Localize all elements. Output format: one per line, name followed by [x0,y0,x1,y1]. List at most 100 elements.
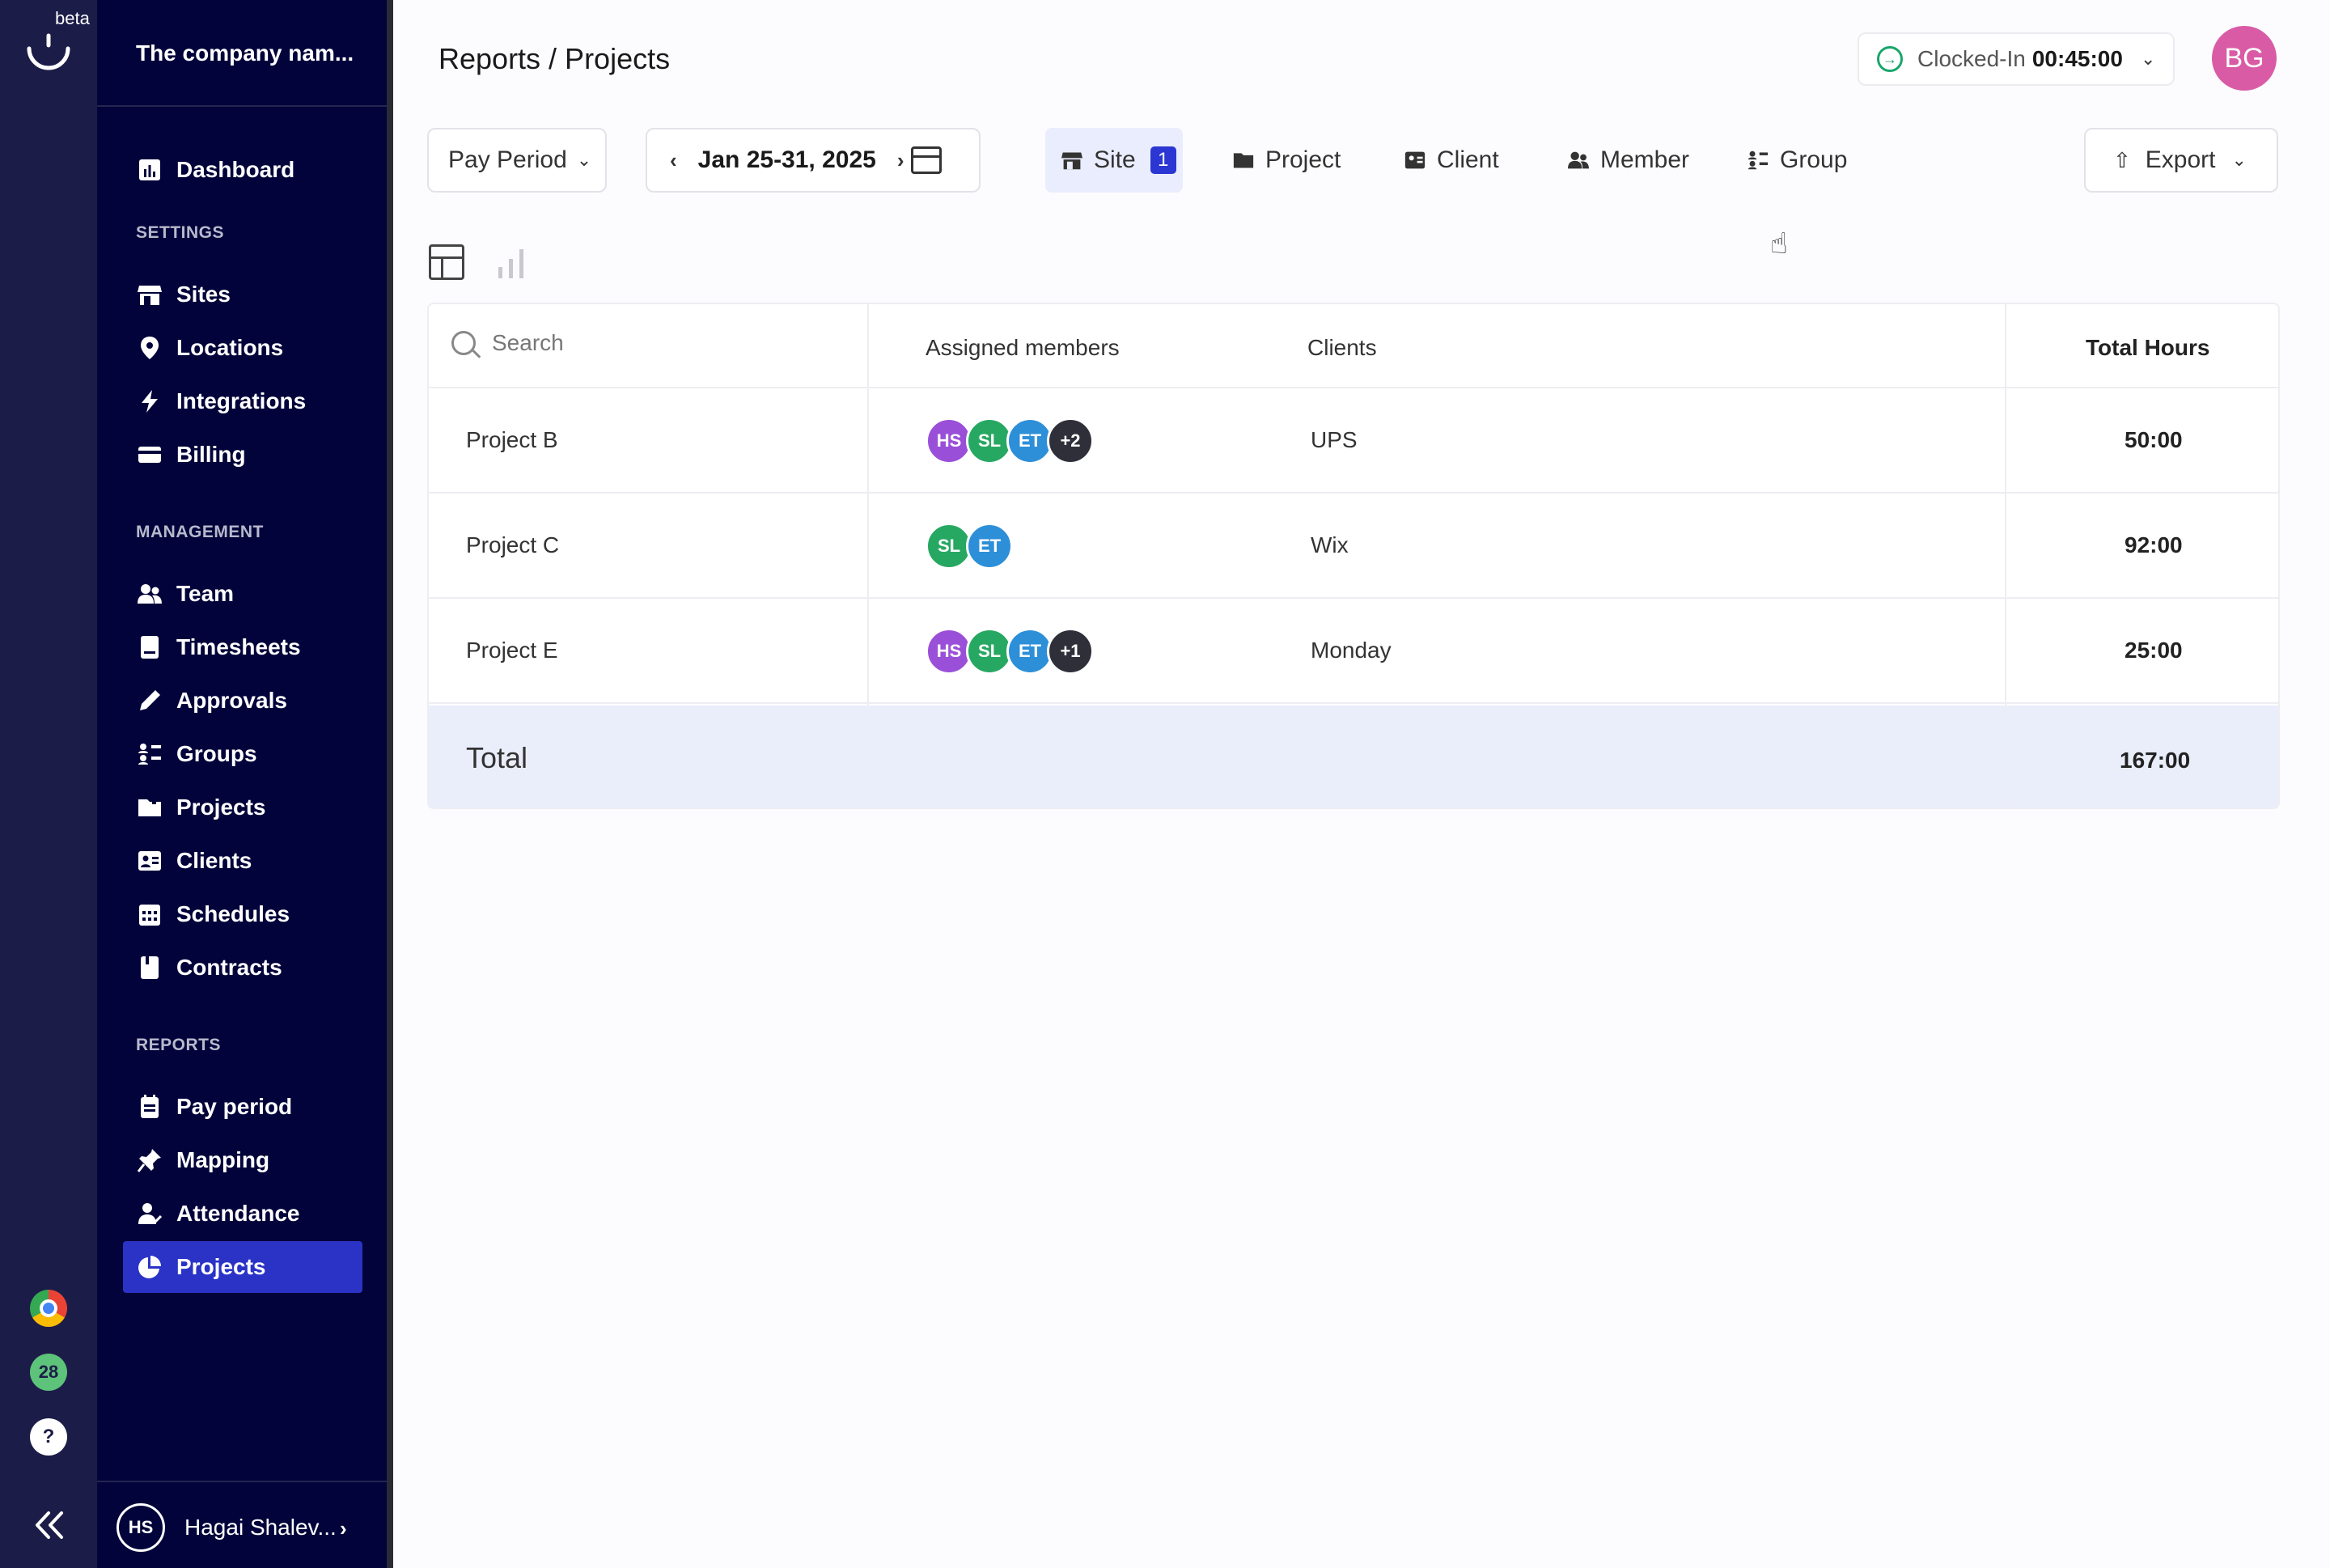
member-avatars: HS SL ET +1 [926,628,1094,675]
sidebar-item-schedules[interactable]: Schedules [123,888,362,940]
clock-in-status-button[interactable]: → Clocked-In 00:45:00 ⌄ [1858,32,2175,86]
user-name[interactable]: Hagai Shalev... [184,1515,337,1540]
member-filter[interactable]: Member [1568,128,1689,193]
date-range-picker[interactable]: ‹ Jan 25-31, 2025 › [646,128,981,193]
avatar-more[interactable]: +1 [1047,628,1094,675]
total-label: Total [466,741,528,774]
sidebar-item-locations[interactable]: Locations [123,322,362,374]
id-card-icon [1404,150,1426,171]
sidebar-item-pay-period[interactable]: Pay period [123,1081,362,1133]
member-filter-label: Member [1600,146,1690,173]
sidebar-item-label: Projects [176,795,266,820]
sidebar-item-attendance[interactable]: Attendance [123,1188,362,1240]
date-range-label: Jan 25-31, 2025 [697,146,876,173]
sidebar-item-mapping[interactable]: Mapping [123,1134,362,1186]
sidebar-item-projects-report[interactable]: Projects [123,1241,362,1293]
credit-card-icon [136,441,163,468]
sidebar-item-integrations[interactable]: Integrations [123,375,362,427]
column-divider [867,304,869,706]
app-rail: beta 28 ? [0,0,97,1568]
groups-icon [136,740,163,768]
chrome-icon[interactable] [30,1290,67,1327]
clock-time: 00:45:00 [2031,46,2123,71]
table-row[interactable]: Project C SL ET Wix 92:00 [429,494,2278,599]
chart-view-icon[interactable] [497,248,526,278]
clock-in-icon: → [1877,46,1903,72]
site-filter-label: Site [1094,146,1136,173]
column-divider [2005,304,2006,807]
search-icon [451,331,476,355]
search-placeholder: Search [492,330,564,355]
sidebar-item-label: Timesheets [176,634,301,659]
sidebar-item-label: Attendance [176,1201,300,1226]
table-view-icon[interactable] [429,244,464,280]
group-filter-label: Group [1780,146,1848,173]
sidebar-item-label: Integrations [176,388,307,413]
next-period-icon[interactable]: › [897,148,904,173]
avatar-more[interactable]: +2 [1047,417,1094,464]
notifications-badge[interactable]: 28 [30,1354,67,1391]
hand-cursor-icon: ☝ [1770,227,1788,260]
sidebar-item-label: Billing [176,442,246,467]
export-button[interactable]: ⇧ Export ⌄ [2084,128,2278,193]
pushpin-icon [136,1146,163,1174]
sidebar-item-label: Sites [176,282,231,307]
table-header: Search Assigned members Clients Total Ho… [429,304,2278,388]
profile-avatar[interactable]: BG [2212,26,2277,91]
sidebar-item-label: Approvals [176,688,287,713]
help-icon[interactable]: ? [30,1418,67,1456]
project-filter[interactable]: Project [1233,128,1341,193]
sidebar-item-label: Pay period [176,1094,293,1119]
sidebar-item-label: Contracts [176,955,282,980]
chevron-right-icon[interactable]: › [340,1516,347,1541]
sidebar-item-label: Projects [176,1254,266,1279]
management-section-label: MANAGEMENT [136,523,264,541]
users-icon [1568,150,1589,171]
total-hours: 92:00 [2125,532,2183,557]
sidebar-item-dashboard[interactable]: Dashboard [123,144,362,196]
pay-period-dropdown[interactable]: Pay Period ⌄ [427,128,607,193]
project-name: Project C [466,532,560,557]
sidebar-divider [97,105,387,107]
client-filter[interactable]: Client [1404,128,1499,193]
reports-section-label: REPORTS [136,1036,222,1054]
table-row[interactable]: Project B HS SL ET +2 UPS 50:00 [429,388,2278,494]
collapse-sidebar-icon[interactable] [31,1507,68,1544]
company-name[interactable]: The company nam... [136,40,354,66]
export-label: Export [2145,146,2216,173]
prev-period-icon[interactable]: ‹ [670,148,677,173]
breadcrumb: Reports / Projects [438,42,671,75]
table-row[interactable]: Project E HS SL ET +1 Monday 25:00 [429,599,2278,704]
settings-section-label: SETTINGS [136,223,225,242]
folder-icon [136,794,163,821]
total-hours: 50:00 [2125,427,2183,452]
calendar-icon[interactable] [910,146,942,174]
sidebar-item-billing[interactable]: Billing [123,429,362,481]
app-logo-icon[interactable] [24,32,73,71]
pay-period-icon [136,1093,163,1121]
sidebar-item-clients[interactable]: Clients [123,835,362,887]
col-total-hours[interactable]: Total Hours [2086,335,2209,361]
sidebar-item-groups[interactable]: Groups [123,728,362,780]
sidebar-item-projects[interactable]: Projects [123,782,362,833]
sidebar-item-sites[interactable]: Sites [123,269,362,320]
pie-chart-icon [136,1253,163,1281]
user-avatar[interactable]: HS [116,1503,165,1552]
sidebar-item-timesheets[interactable]: Timesheets [123,621,362,673]
client-name: UPS [1311,427,1358,452]
total-hours: 25:00 [2125,638,2183,663]
lightning-icon [136,388,163,415]
store-icon [136,281,163,308]
sidebar-item-team[interactable]: Team [123,568,362,620]
beta-label: beta [55,8,90,28]
pen-icon [136,687,163,714]
sidebar-item-approvals[interactable]: Approvals [123,675,362,727]
group-filter[interactable]: Group [1748,128,1847,193]
site-filter[interactable]: Site 1 [1045,128,1183,193]
sidebar-item-contracts[interactable]: Contracts [123,942,362,994]
sidebar: The company nam... Dashboard SETTINGS Si… [97,0,393,1568]
avatar: ET [966,523,1013,570]
search-input[interactable]: Search [451,330,564,356]
calendar-grid-icon [136,901,163,928]
groups-icon [1748,150,1769,171]
